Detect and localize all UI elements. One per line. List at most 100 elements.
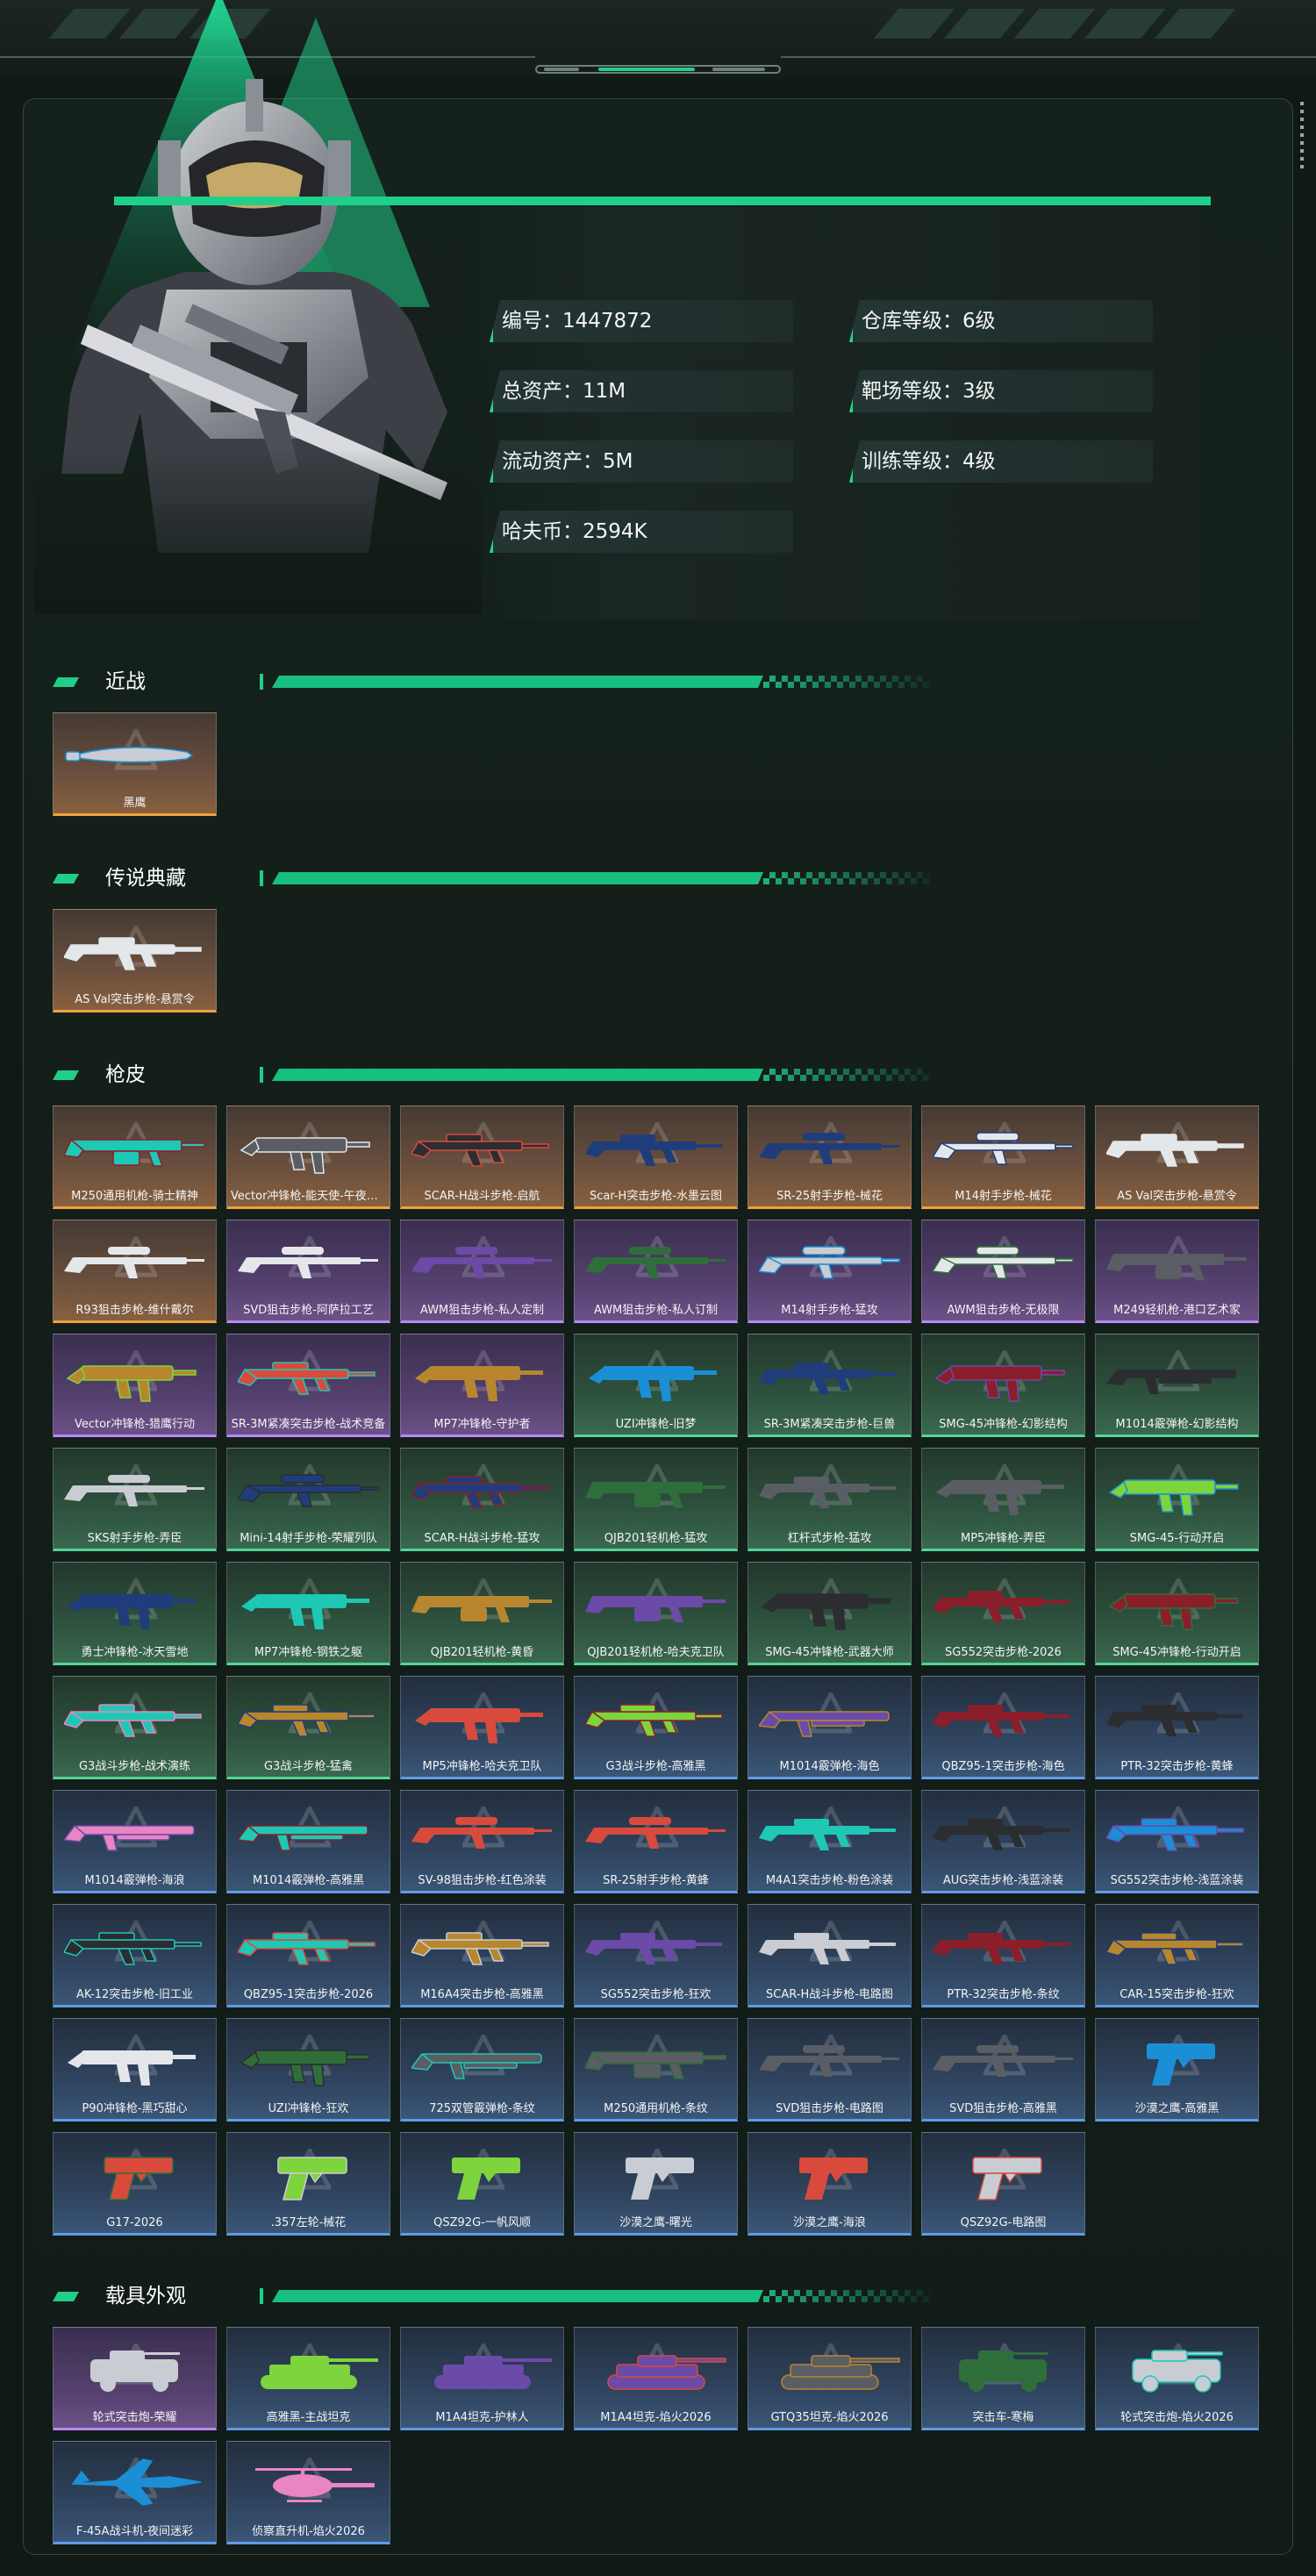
item-card[interactable]: SCAR-H战斗步枪-启航 [400,1106,564,1209]
item-card[interactable]: 高雅黑-主战坦克 [226,2327,390,2430]
item-card[interactable]: PTR-32突击步枪-条纹 [921,1904,1085,2007]
item-name: M1A4坦克-焰火2026 [600,2411,712,2424]
item-name: GTQ35坦克-焰火2026 [770,2411,889,2424]
item-card[interactable]: SMG-45冲锋枪-行动开启 [1095,1562,1259,1665]
item-card[interactable]: G3战斗步枪-猛禽 [226,1676,390,1779]
item-card[interactable]: G3战斗步枪-高雅黑 [574,1676,738,1779]
item-card[interactable]: P90冲锋枪-黑巧甜心 [53,2018,217,2122]
item-card[interactable]: SVD狙击步枪-高雅黑 [921,2018,1085,2122]
item-card[interactable]: QBZ95-1突击步枪-2026 [226,1904,390,2007]
jet-icon [71,2458,202,2506]
sniper-icon [933,1132,1074,1165]
rifle-icon [933,1591,1069,1622]
item-card[interactable]: 侦察直升机-焰火2026 [226,2441,390,2544]
item-card[interactable]: R93狙击步枪-维什戴尔 [53,1220,217,1323]
item-card[interactable]: Vector冲锋枪-能天使-午夜邮差 [226,1106,390,1209]
item-card[interactable]: SG552突击步枪-狂欢 [574,1904,738,2007]
item-card[interactable]: M14射手步枪-猛攻 [747,1220,912,1323]
item-card[interactable]: AS Val突击步枪-悬赏令 [1095,1106,1259,1209]
item-card[interactable]: .357左轮-械花 [226,2132,390,2236]
item-card[interactable]: SCAR-H战斗步枪-猛攻 [400,1448,564,1551]
rifle-icon [1106,1932,1244,1965]
item-card[interactable]: SMG-45冲锋枪-幻影结构 [921,1334,1085,1437]
item-card[interactable]: UZI冲锋枪-旧梦 [574,1334,738,1437]
item-card[interactable]: F-45A战斗机-夜间迷彩 [53,2441,217,2544]
item-card[interactable]: M1014霰弹枪-高雅黑 [226,1790,390,1893]
item-card[interactable]: 沙漠之鹰-海浪 [747,2132,912,2236]
item-card[interactable]: CAR-15突击步枪-狂欢 [1095,1904,1259,2007]
item-card[interactable]: 沙漠之鹰-曙光 [574,2132,738,2236]
item-card[interactable]: UZI冲锋枪-狂欢 [226,2018,390,2122]
rifle-icon [1106,1134,1244,1167]
item-card[interactable]: QJB201轻机枪-哈夫克卫队 [574,1562,738,1665]
item-card[interactable]: 沙漠之鹰-高雅黑 [1095,2018,1259,2122]
item-card[interactable]: AK-12突击步枪-旧工业 [53,1904,217,2007]
hafu-coin: 哈夫币：2594K [490,511,793,553]
item-card[interactable]: M250通用机枪-骑士精神 [53,1106,217,1209]
item-name: AUG突击步枪-浅蓝涂装 [942,1874,1064,1887]
item-card[interactable]: SCAR-H战斗步枪-电路图 [747,1904,912,2007]
item-card[interactable]: M1A4坦克-护林人 [400,2327,564,2430]
item-card[interactable]: SKS射手步枪-弄臣 [53,1448,217,1551]
item-card[interactable]: M1014霰弹枪-海色 [747,1676,912,1779]
item-card[interactable]: MP5冲锋枪-弄臣 [921,1448,1085,1551]
item-card[interactable]: QJB201轻机枪-猛攻 [574,1448,738,1551]
item-card[interactable]: AS Val突击步枪-悬赏令 [53,909,217,1013]
item-card[interactable]: 突击车-寒梅 [921,2327,1085,2430]
item-card[interactable]: QBZ95-1突击步枪-海色 [921,1676,1085,1779]
item-card[interactable]: 杠杆式步枪-猛攻 [747,1448,912,1551]
range-level: 靶场等级：3级 [849,370,1153,412]
tank-icon [434,2356,552,2389]
item-card[interactable]: Vector冲锋枪-猎鹰行动 [53,1334,217,1437]
item-card[interactable]: 轮式突击炮-焰火2026 [1095,2327,1259,2430]
item-card[interactable]: SVD狙击步枪-电路图 [747,2018,912,2122]
item-card[interactable]: SMG-45-行动开启 [1095,1448,1259,1551]
item-card[interactable]: 轮式突击炮-荣耀 [53,2327,217,2430]
item-card[interactable]: QSZ92G-电路图 [921,2132,1085,2236]
item-card[interactable]: Scar-H突击步枪-水墨云图 [574,1106,738,1209]
item-card[interactable]: 勇士冲锋枪-冰天雪地 [53,1562,217,1665]
item-card[interactable]: 725双管霰弹枪-条纹 [400,2018,564,2122]
item-card[interactable]: 黑鹰 [53,712,217,816]
item-card[interactable]: AWM狙击步枪-私人定制 [400,1220,564,1323]
item-card[interactable]: M16A4突击步枪-高雅黑 [400,1904,564,2007]
item-card[interactable]: AUG突击步枪-浅蓝涂装 [921,1790,1085,1893]
item-card[interactable]: SR-25射手步枪-黄蜂 [574,1790,738,1893]
item-card[interactable]: SG552突击步枪-浅蓝涂装 [1095,1790,1259,1893]
item-name: QSZ92G-一帆风顺 [433,2216,531,2229]
item-card[interactable]: MP7冲锋枪-守护者 [400,1334,564,1437]
item-card[interactable]: M1014霰弹枪-海浪 [53,1790,217,1893]
item-card[interactable]: G3战斗步枪-战术演练 [53,1676,217,1779]
item-card[interactable]: M4A1突击步枪-粉色涂装 [747,1790,912,1893]
item-name: SG552突击步枪-2026 [945,1646,1062,1659]
rifle-icon [238,1932,375,1965]
item-card[interactable]: QJB201轻机枪-黄昏 [400,1562,564,1665]
item-name: SR-3M紧凑突击步枪-巨兽 [763,1418,896,1431]
item-card[interactable]: SR-3M紧凑突击步枪-巨兽 [747,1334,912,1437]
item-card[interactable]: QSZ92G-一帆风顺 [400,2132,564,2236]
item-card[interactable]: SR-3M紧凑突击步枪-战术竞备 [226,1334,390,1437]
item-card[interactable]: M1A4坦克-焰火2026 [574,2327,738,2430]
item-name: SCAR-H战斗步枪-猛攻 [424,1532,540,1545]
item-card[interactable]: SMG-45冲锋枪-武器大师 [747,1562,912,1665]
item-card[interactable]: SG552突击步枪-2026 [921,1562,1085,1665]
rifle-icon [759,1363,896,1394]
item-card[interactable]: M250通用机枪-条纹 [574,2018,738,2122]
item-card[interactable]: Mini-14射手步枪-荣耀列队 [226,1448,390,1551]
item-card[interactable]: AWM狙击步枪-私人订制 [574,1220,738,1323]
item-card[interactable]: SVD狙击步枪-阿萨拉工艺 [226,1220,390,1323]
item-card[interactable]: M14射手步枪-械花 [921,1106,1085,1209]
rifle-icon [238,1704,375,1737]
item-card[interactable]: MP5冲锋枪-哈夫克卫队 [400,1676,564,1779]
item-card[interactable]: MP7冲锋枪-钢铁之躯 [226,1562,390,1665]
item-card[interactable]: G17-2026 [53,2132,217,2236]
item-card[interactable]: M1014霰弹枪-幻影结构 [1095,1334,1259,1437]
item-name: M14射手步枪-械花 [955,1190,1052,1203]
item-card[interactable]: AWM狙击步枪-无极限 [921,1220,1085,1323]
rifle-icon [759,1819,896,1850]
item-card[interactable]: SR-25射手步枪-械花 [747,1106,912,1209]
item-card[interactable]: GTQ35坦克-焰火2026 [747,2327,912,2430]
item-card[interactable]: PTR-32突击步枪-黄蜂 [1095,1676,1259,1779]
item-card[interactable]: SV-98狙击步枪-红色涂装 [400,1790,564,1893]
item-card[interactable]: M249轻机枪-港口艺术家 [1095,1220,1259,1323]
